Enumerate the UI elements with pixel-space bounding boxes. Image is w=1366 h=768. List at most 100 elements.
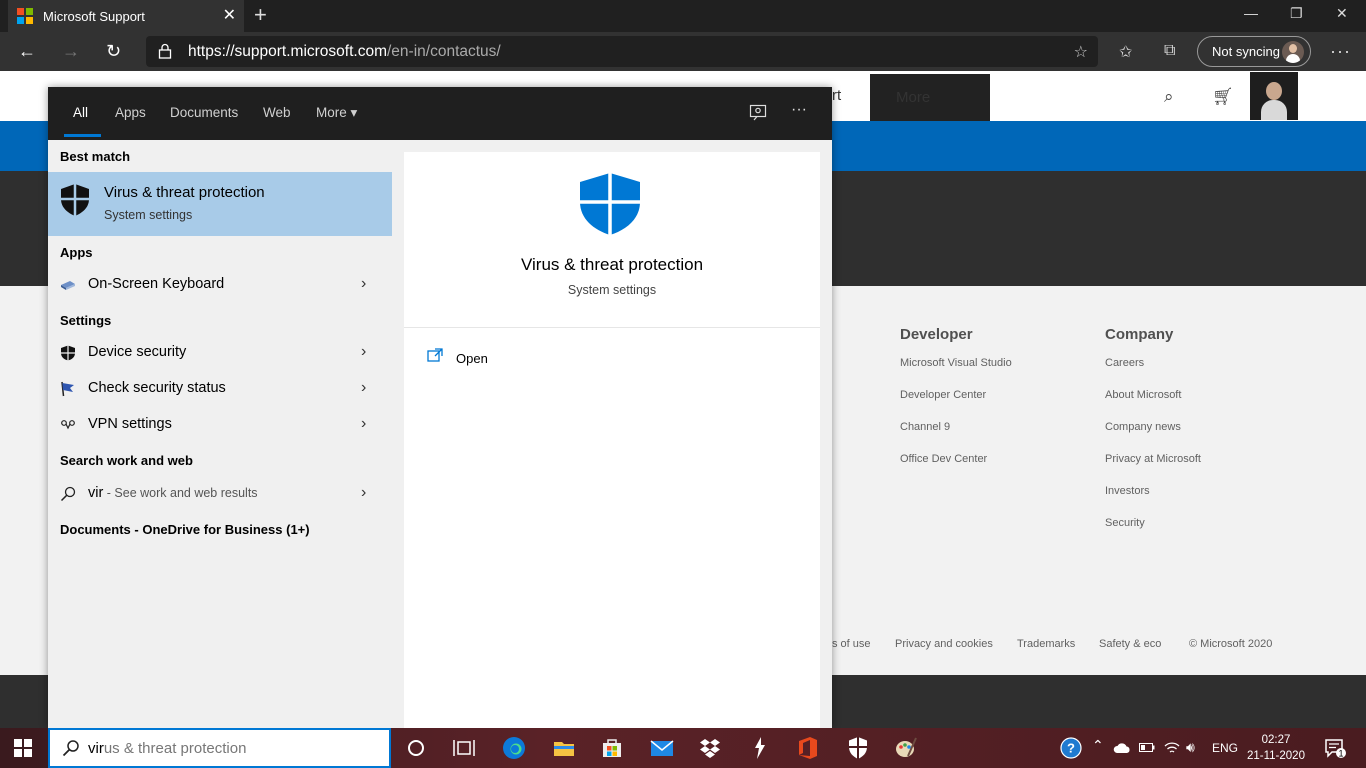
- more-options-icon[interactable]: ···: [791, 101, 807, 119]
- lock-icon: [158, 43, 172, 59]
- footer-link[interactable]: Investors: [1105, 485, 1201, 517]
- footer-link[interactable]: Microsoft Visual Studio: [900, 357, 1012, 389]
- shield-icon: [61, 184, 89, 216]
- forward-button[interactable]: →: [62, 40, 80, 62]
- restore-button[interactable]: ❐: [1290, 5, 1303, 22]
- microsoft-store-icon[interactable]: [600, 736, 624, 760]
- footer-link[interactable]: Office Dev Center: [900, 453, 1012, 485]
- browser-toolbar: ← → ↻ https://support.microsoft.com/en-i…: [0, 32, 1366, 71]
- web-query: vir: [88, 485, 104, 501]
- windows-security-icon[interactable]: [846, 736, 870, 760]
- feedback-icon[interactable]: [749, 104, 767, 122]
- action-center-icon[interactable]: 1: [1324, 738, 1346, 758]
- search-tab-apps[interactable]: Apps: [115, 105, 146, 120]
- sync-label: Not syncing: [1212, 44, 1280, 59]
- best-match-result[interactable]: Virus & threat protection System setting…: [48, 172, 392, 236]
- file-explorer-icon[interactable]: [552, 736, 576, 760]
- volume-icon[interactable]: 🔊︎: [1186, 739, 1195, 756]
- result-vpn-settings[interactable]: VPN settings ›: [48, 407, 392, 443]
- clock[interactable]: 02:27 21-11-2020: [1244, 732, 1308, 764]
- header-more-button[interactable]: More: [870, 74, 990, 121]
- wifi-icon[interactable]: [1164, 741, 1180, 755]
- footer-link[interactable]: Privacy at Microsoft: [1105, 453, 1201, 485]
- best-match-title: Virus & threat protection: [104, 184, 265, 201]
- chevron-right-icon[interactable]: ›: [361, 415, 366, 433]
- chevron-right-icon[interactable]: ›: [361, 275, 366, 293]
- browser-tab-bar: Microsoft Support ✕ + — ❐ ✕: [0, 0, 1366, 32]
- minimize-button[interactable]: —: [1244, 5, 1258, 21]
- legal-trademarks-link[interactable]: Trademarks: [1017, 638, 1075, 650]
- legal-privacy-link[interactable]: Privacy and cookies: [895, 638, 993, 650]
- start-button[interactable]: [14, 739, 32, 757]
- group-label-web: Search work and web: [60, 453, 193, 468]
- footer-company: Company Careers About Microsoft Company …: [1105, 326, 1201, 549]
- favorite-star-icon[interactable]: ☆: [1074, 42, 1088, 62]
- mail-icon[interactable]: [650, 736, 674, 760]
- footer-link[interactable]: About Microsoft: [1105, 389, 1201, 421]
- dropbox-icon[interactable]: [698, 736, 722, 760]
- search-tab-documents[interactable]: Documents: [170, 105, 238, 120]
- web-query-suffix: - See work and web results: [103, 486, 258, 500]
- search-tab-web[interactable]: Web: [263, 105, 291, 120]
- footer-link[interactable]: Company news: [1105, 421, 1201, 453]
- pinned-app-icon[interactable]: [748, 736, 772, 760]
- onedrive-icon[interactable]: [1113, 742, 1131, 754]
- edge-browser-icon[interactable]: [502, 736, 526, 760]
- site-search-icon[interactable]: ⌕: [1164, 87, 1174, 107]
- account-avatar[interactable]: [1250, 72, 1298, 120]
- cart-icon[interactable]: 🛒︎: [1212, 87, 1234, 107]
- help-icon[interactable]: ?: [1060, 737, 1082, 759]
- open-action[interactable]: Open: [426, 348, 546, 372]
- favorites-icon[interactable]: ✩: [1119, 42, 1132, 62]
- address-bar[interactable]: https://support.microsoft.com/en-in/cont…: [146, 36, 1098, 67]
- office-icon[interactable]: [796, 736, 820, 760]
- task-view-icon[interactable]: [452, 736, 476, 760]
- search-tab-all[interactable]: All: [73, 105, 88, 120]
- header-more-label: More: [896, 89, 931, 106]
- result-check-security-status[interactable]: Check security status ›: [48, 371, 392, 407]
- footer-link[interactable]: Developer Center: [900, 389, 1012, 421]
- legal-safety-link[interactable]: Safety & eco: [1099, 638, 1161, 650]
- browser-tab[interactable]: Microsoft Support ✕: [8, 0, 244, 32]
- refresh-button[interactable]: ↻: [106, 40, 121, 62]
- result-label: vir - See work and web results: [88, 485, 258, 501]
- tab-close-icon[interactable]: ✕: [223, 8, 236, 24]
- chevron-right-icon[interactable]: ›: [361, 379, 366, 397]
- show-hidden-icons-icon[interactable]: ⌃: [1092, 737, 1104, 754]
- result-label: Device security: [88, 344, 187, 360]
- footer-link[interactable]: Careers: [1105, 357, 1201, 389]
- back-button[interactable]: ←: [18, 40, 36, 62]
- result-web-search[interactable]: vir - See work and web results ›: [48, 476, 392, 512]
- cortana-icon[interactable]: [404, 736, 428, 760]
- search-filter-bar: All Apps Documents Web More ▾ ···: [48, 87, 832, 140]
- result-on-screen-keyboard[interactable]: On-Screen Keyboard ›: [48, 267, 392, 303]
- flag-icon: [61, 381, 74, 397]
- best-match-subtitle: System settings: [104, 208, 193, 222]
- url-path: /en-in/contactus/: [387, 42, 501, 60]
- preview-divider: [404, 327, 820, 328]
- header-nav-partial[interactable]: rt: [832, 87, 841, 104]
- new-tab-button[interactable]: +: [254, 4, 267, 26]
- footer-link[interactable]: Channel 9: [900, 421, 1012, 453]
- settings-more-icon[interactable]: ···: [1330, 41, 1351, 62]
- open-label: Open: [456, 351, 488, 366]
- footer-link[interactable]: Security: [1105, 517, 1201, 549]
- close-window-button[interactable]: ✕: [1336, 5, 1348, 22]
- taskbar-search-input[interactable]: vir us & threat protection: [48, 728, 391, 768]
- paint-icon[interactable]: [894, 736, 918, 760]
- legal-terms-link[interactable]: s of use: [832, 638, 871, 650]
- language-indicator[interactable]: ENG: [1212, 741, 1238, 755]
- result-device-security[interactable]: Device security ›: [48, 335, 392, 371]
- search-tab-more[interactable]: More ▾: [316, 105, 357, 121]
- search-typed-text: vir: [88, 739, 104, 757]
- collections-icon[interactable]: ⧉: [1164, 42, 1175, 60]
- group-label-documents[interactable]: Documents - OneDrive for Business (1+): [60, 522, 310, 537]
- battery-icon[interactable]: [1139, 742, 1155, 753]
- group-label-settings: Settings: [60, 313, 112, 328]
- chevron-right-icon[interactable]: ›: [361, 484, 366, 502]
- footer-heading: Company: [1105, 326, 1174, 343]
- chevron-right-icon[interactable]: ›: [361, 343, 366, 361]
- open-icon: [427, 348, 443, 362]
- search-icon: [60, 486, 76, 502]
- profile-sync-button[interactable]: Not syncing: [1197, 36, 1311, 67]
